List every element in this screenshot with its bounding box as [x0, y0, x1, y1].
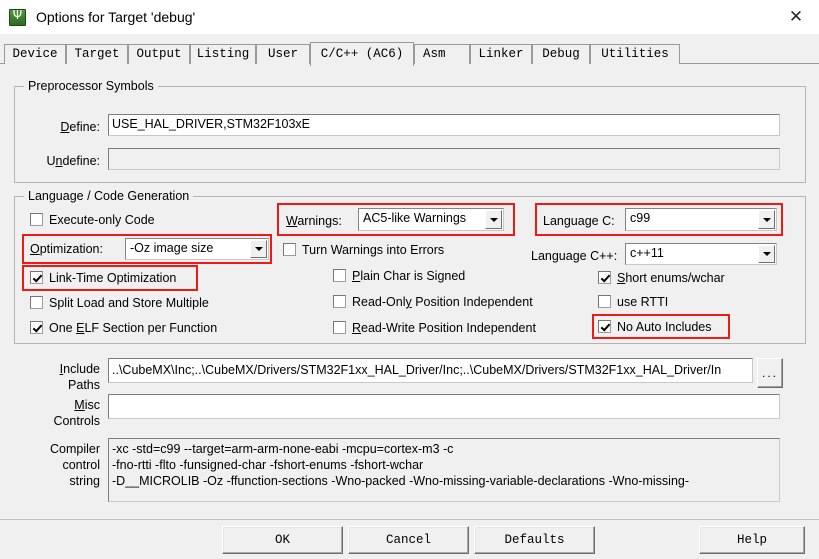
checkbox-box — [30, 296, 43, 309]
read-only-position-independent-checkbox[interactable]: Read-Only Position Independent — [333, 295, 533, 310]
tab-listing[interactable]: Listing — [190, 44, 256, 64]
help-button[interactable]: Help — [699, 526, 805, 554]
tab-c-cpp-ac6[interactable]: C/C++ (AC6) — [310, 42, 414, 66]
warnings-value: AC5-like Warnings — [363, 211, 467, 225]
checkbox-box — [598, 320, 611, 333]
read-write-position-independent-label: Read-Write Position Independent — [352, 321, 536, 335]
include-paths-input[interactable]: ..\CubeMX\Inc;..\CubeMX/Drivers/STM32F1x… — [108, 358, 753, 383]
checkbox-box — [30, 271, 43, 284]
define-input[interactable]: USE_HAL_DRIVER,STM32F103xE — [108, 114, 780, 136]
compiler-control-string-textarea[interactable]: -xc -std=c99 --target=arm-arm-none-eabi … — [108, 438, 780, 502]
chevron-down-icon[interactable] — [250, 240, 267, 258]
split-load-store-checkbox[interactable]: Split Load and Store Multiple — [30, 296, 209, 311]
checkbox-box — [30, 213, 43, 226]
one-elf-section-label: One ELF Section per Function — [49, 321, 218, 335]
options-dialog: Options for Target 'debug' ✕ Device Targ… — [0, 0, 819, 559]
no-auto-includes-checkbox[interactable]: No Auto Includes — [598, 320, 712, 335]
tab-user[interactable]: User — [256, 44, 310, 64]
include-paths-label-line2: Paths — [68, 378, 100, 392]
read-write-position-independent-checkbox[interactable]: Read-Write Position Independent — [333, 321, 536, 336]
undefine-label: Undefine: — [46, 154, 100, 168]
checkbox-box — [598, 271, 611, 284]
title-bar: Options for Target 'debug' ✕ — [0, 0, 819, 34]
cancel-button[interactable]: Cancel — [348, 526, 469, 554]
language-c-value: c99 — [630, 211, 651, 225]
compiler-control-label-line1: Compiler — [49, 442, 100, 456]
tab-linker[interactable]: Linker — [470, 44, 532, 64]
tab-bar: Device Target Output Listing User C/C++ … — [0, 42, 819, 107]
checkbox-box — [598, 295, 611, 308]
link-time-optimization-checkbox[interactable]: Link-Time Optimization — [30, 271, 176, 286]
read-only-position-independent-label: Read-Only Position Independent — [352, 295, 533, 309]
warnings-label: Warnings: — [286, 214, 342, 228]
optimization-combo[interactable]: -Oz image size — [125, 238, 269, 260]
tab-asm[interactable]: Asm — [414, 44, 470, 64]
split-load-store-label: Split Load and Store Multiple — [49, 296, 209, 310]
optimization-label: Optimization: — [30, 242, 103, 256]
checkbox-box — [333, 269, 346, 282]
tab-output[interactable]: Output — [128, 44, 190, 64]
one-elf-section-checkbox[interactable]: One ELF Section per Function — [30, 321, 217, 336]
language-cpp-combo[interactable]: c++11 — [625, 243, 777, 265]
execute-only-code-label: Execute-only Code — [49, 213, 155, 227]
language-c-combo[interactable]: c99 — [625, 208, 777, 231]
plain-char-is-signed-label: Plain Char is Signed — [352, 269, 466, 283]
turn-warnings-into-errors-label: Turn Warnings into Errors — [302, 243, 445, 257]
ok-button[interactable]: OK — [222, 526, 343, 554]
compiler-control-label-line2: control — [62, 458, 100, 472]
tab-device[interactable]: Device — [4, 44, 66, 64]
chevron-down-icon[interactable] — [758, 210, 775, 229]
compiler-control-label-line3: string — [69, 474, 100, 488]
tab-debug[interactable]: Debug — [532, 44, 590, 64]
short-enums-wchar-checkbox[interactable]: Short enums/wchar — [598, 271, 725, 286]
window-title: Options for Target 'debug' — [36, 9, 196, 25]
chevron-down-icon[interactable] — [758, 245, 775, 263]
link-time-optimization-label: Link-Time Optimization — [49, 271, 177, 285]
language-c-label: Language C: — [543, 214, 615, 228]
checkbox-box — [333, 321, 346, 334]
defaults-button[interactable]: Defaults — [474, 526, 595, 554]
checkbox-box — [333, 295, 346, 308]
no-auto-includes-label: No Auto Includes — [617, 320, 712, 334]
misc-controls-input[interactable] — [108, 394, 780, 419]
checkbox-box — [30, 321, 43, 334]
optimization-value: -Oz image size — [130, 241, 214, 255]
uvision-icon — [9, 8, 26, 26]
undefine-input[interactable] — [108, 148, 780, 170]
define-label: Define: — [60, 120, 100, 134]
close-icon[interactable]: ✕ — [773, 0, 819, 34]
language-group-label: Language / Code Generation — [24, 189, 194, 203]
misc-controls-label-line2: Controls — [53, 414, 100, 428]
browse-include-paths-button[interactable]: ... — [757, 358, 783, 388]
checkbox-box — [283, 243, 296, 256]
warnings-combo[interactable]: AC5-like Warnings — [358, 208, 504, 231]
language-cpp-label: Language C++: — [531, 249, 618, 263]
execute-only-code-checkbox[interactable]: Execute-only Code — [30, 213, 155, 228]
include-paths-label-line1: Include — [59, 362, 100, 376]
short-enums-wchar-label: Short enums/wchar — [617, 271, 725, 285]
language-cpp-value: c++11 — [630, 246, 664, 260]
use-rtti-checkbox[interactable]: use RTTI — [598, 295, 668, 310]
button-bar-separator — [0, 519, 819, 520]
turn-warnings-into-errors-checkbox[interactable]: Turn Warnings into Errors — [283, 243, 444, 258]
tab-utilities[interactable]: Utilities — [590, 44, 680, 64]
misc-controls-label-line1: Misc — [74, 398, 100, 412]
preprocessor-group-label: Preprocessor Symbols — [24, 79, 158, 93]
tab-target[interactable]: Target — [66, 44, 128, 64]
chevron-down-icon[interactable] — [485, 210, 502, 229]
plain-char-is-signed-checkbox[interactable]: Plain Char is Signed — [333, 269, 465, 284]
use-rtti-label: use RTTI — [617, 295, 669, 309]
